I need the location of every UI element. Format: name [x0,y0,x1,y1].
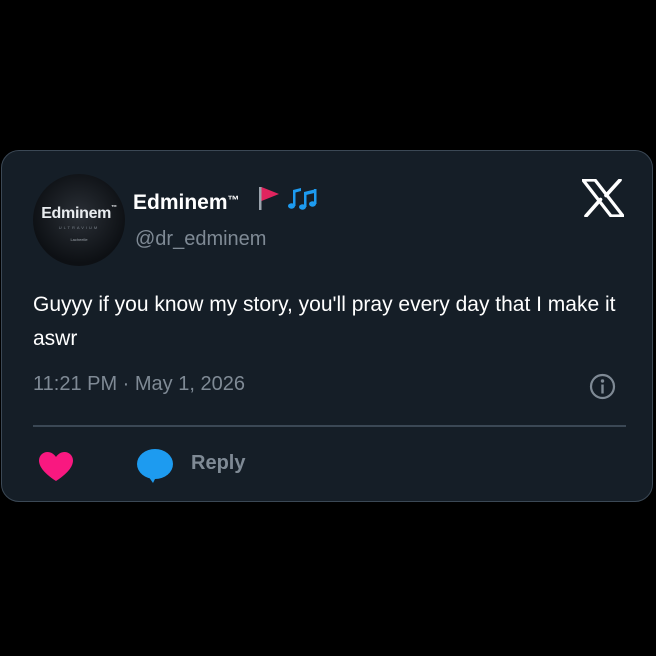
tweet-card: Edminem™ ULTRAVIUM Lacheelle Edminem™ @d… [1,150,653,502]
user-handle[interactable]: @dr_edminem [135,228,266,251]
avatar[interactable]: Edminem™ ULTRAVIUM Lacheelle [33,174,125,266]
tweet-text: Guyyy if you know my story, you'll pray … [33,293,616,350]
avatar-subtitle: ULTRAVIUM [58,225,100,230]
x-logo-icon[interactable] [582,179,624,217]
avatar-small-text: Lacheelle [70,237,88,242]
reply-bubble-icon[interactable] [136,448,174,484]
reply-button[interactable]: Reply [191,452,245,475]
display-name[interactable]: Edminem™ [133,191,240,215]
info-icon[interactable] [589,373,616,400]
tweet-timestamp[interactable]: 11:21 PM · May 1, 2026 [33,373,245,396]
divider [33,425,626,427]
musical-notes-icon [288,188,317,210]
avatar-brand: Edminem™ [41,205,117,222]
red-flag-icon [259,187,279,210]
heart-icon[interactable] [38,451,74,483]
